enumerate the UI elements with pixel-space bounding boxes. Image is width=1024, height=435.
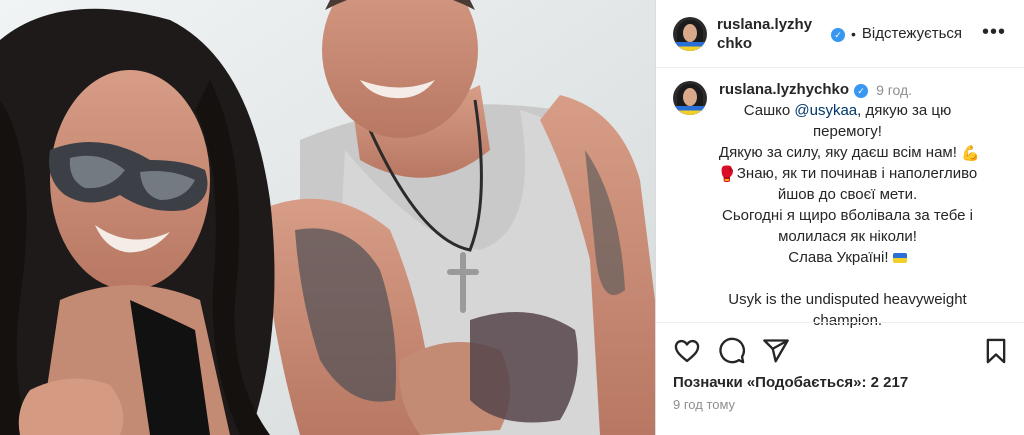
share-send-icon[interactable] <box>762 337 790 365</box>
caption-line: 🥊 Знаю, як ти починав і наполегливо <box>675 163 1020 184</box>
username-line-1: ruslana.lyzhy <box>717 15 813 33</box>
caption-line: перемогу! <box>813 123 882 140</box>
username-line-2: chko <box>717 34 753 52</box>
caption-text: Сашко @usykaa, дякую за цю перемогу! Дяк… <box>675 100 1020 331</box>
caption-author-avatar[interactable] <box>673 81 707 115</box>
photo-illustration <box>0 0 655 435</box>
ukraine-flag-icon <box>892 253 907 263</box>
caption-username[interactable]: ruslana.lyzhychko <box>719 81 849 98</box>
post-header: ruslana.lyzhy chko ✓ • Відстежується ••• <box>656 0 1024 68</box>
caption-line: Сашко @usykaa, дякую за цю <box>675 100 1020 121</box>
follow-status-button[interactable]: Відстежується <box>862 25 962 42</box>
caption-header: ruslana.lyzhychko ✓ 9 год. <box>719 81 1019 98</box>
caption-line: молилася як ніколи! <box>778 228 917 245</box>
avatar-face <box>683 23 697 42</box>
caption-text-part: , дякую за цю <box>857 102 952 119</box>
post-timestamp[interactable]: 9 год тому <box>673 397 735 412</box>
author-username[interactable]: ruslana.lyzhy chko <box>717 15 829 53</box>
caption-line: Слава Україні! <box>675 247 1020 268</box>
caption-line: Usyk is the undisputed heavyweight <box>728 291 967 308</box>
caption-time[interactable]: 9 год. <box>876 82 912 98</box>
likes-count[interactable]: Позначки «Подобається»: 2 217 <box>673 374 908 391</box>
comment-icon[interactable] <box>718 337 746 365</box>
avatar-flag <box>673 41 707 51</box>
post-side-panel: ruslana.lyzhy chko ✓ • Відстежується •••… <box>655 0 1024 435</box>
post-photo[interactable] <box>0 0 655 435</box>
like-heart-icon[interactable] <box>673 337 701 365</box>
flexed-biceps-icon: 💪 <box>961 145 980 162</box>
caption-text-part: Дякую за силу, яку даєш всім нам! <box>718 144 957 161</box>
avatar-flag <box>673 106 707 115</box>
verified-badge-icon: ✓ <box>831 27 845 42</box>
save-bookmark-icon[interactable] <box>982 337 1010 365</box>
caption-line: йшов до своєї мети. <box>777 186 918 203</box>
mention-link[interactable]: @usykaa <box>794 102 857 119</box>
caption-line: Дякую за силу, яку даєш всім нам! 💪 <box>675 142 1020 163</box>
boxing-glove-icon: 🥊 <box>717 166 737 183</box>
caption-line: Сьогодні я щиро вболівала за тебе і <box>722 207 973 224</box>
author-avatar[interactable] <box>673 16 707 51</box>
verified-badge-icon: ✓ <box>854 83 869 98</box>
post-actions <box>656 322 1024 378</box>
caption-text-part: Знаю, як ти починав і наполегливо <box>736 165 978 182</box>
caption-body: ruslana.lyzhychko ✓ 9 год. Сашко @usykaa… <box>718 81 1019 331</box>
post-caption: ruslana.lyzhychko ✓ 9 год. Сашко @usykaa… <box>656 68 1024 331</box>
more-icon[interactable]: ••• <box>982 22 1006 42</box>
separator-dot: • <box>851 25 856 42</box>
caption-text-part: Слава Україні! <box>788 249 889 266</box>
avatar-face <box>683 88 697 106</box>
caption-text-part: Сашко <box>743 102 795 119</box>
